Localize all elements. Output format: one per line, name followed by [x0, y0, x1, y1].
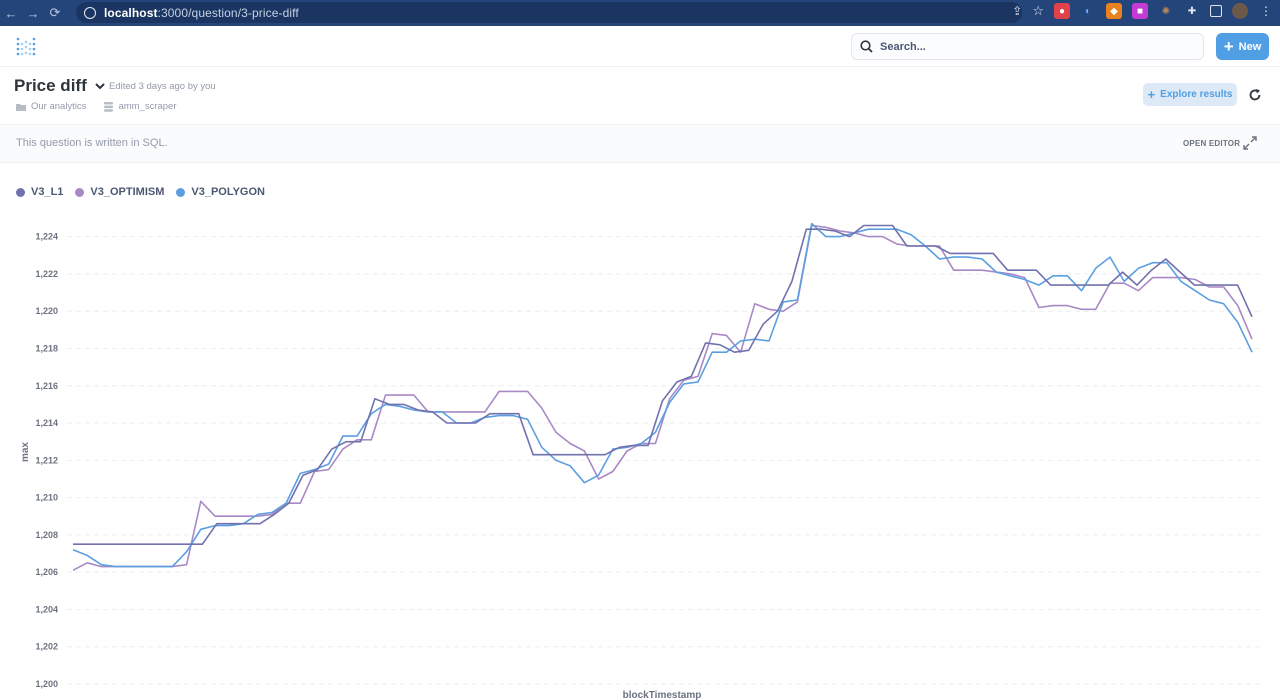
series-line-v3-l1[interactable]: [73, 224, 1253, 546]
chevron-down-icon: [95, 82, 105, 89]
line-chart: 1,200 1,202 1,204 1,206 1,208 1,210 1,212 1,214…: [20, 222, 1262, 700]
extensions-puzzle-icon[interactable]: ✚: [1184, 3, 1200, 19]
legend-label: V3_OPTIMISM: [90, 186, 165, 198]
legend-item-v3-optimism[interactable]: V3_OPTIMISM: [75, 186, 164, 198]
bookmark-star-icon[interactable]: ☆: [1032, 3, 1044, 19]
forward-arrow-icon[interactable]: →: [22, 0, 44, 26]
y-tick-label: 1,200: [35, 679, 58, 689]
search-icon: [860, 40, 873, 53]
legend-label: V3_POLYGON: [191, 186, 265, 198]
metabase-logo-icon[interactable]: [16, 37, 36, 57]
legend-dot-icon: [176, 187, 186, 197]
app-header: Search... + New: [0, 26, 1280, 67]
y-tick-label: 1,210: [35, 493, 58, 503]
y-tick-label: 1,218: [35, 343, 58, 353]
y-axis-label: max: [20, 442, 31, 462]
sql-notice-bar: This question is written in SQL. OPEN ED…: [0, 125, 1280, 163]
search-placeholder: Search...: [880, 40, 926, 53]
extension-fox-icon[interactable]: ◆: [1106, 3, 1122, 19]
y-tick-label: 1,208: [35, 530, 58, 540]
explore-results-button[interactable]: + Explore results: [1143, 83, 1237, 106]
search-input[interactable]: Search...: [851, 33, 1204, 60]
plus-icon: +: [1147, 87, 1156, 102]
series-line-v3-polygon[interactable]: [72, 222, 1253, 568]
expand-icon[interactable]: [1242, 135, 1258, 151]
sidebar-toggle-icon[interactable]: [1210, 5, 1222, 17]
database-breadcrumb[interactable]: amm_scraper: [104, 101, 177, 112]
explore-results-label: Explore results: [1160, 89, 1233, 100]
y-tick-label: 1,214: [35, 418, 58, 428]
chart-legend: V3_L1 V3_OPTIMISM V3_POLYGON: [16, 186, 265, 198]
share-icon[interactable]: ⇪: [1012, 4, 1022, 18]
plus-icon: +: [1223, 37, 1234, 56]
y-tick-label: 1,204: [35, 604, 58, 614]
legend-item-v3-polygon[interactable]: V3_POLYGON: [176, 186, 265, 198]
y-tick-label: 1,212: [35, 455, 58, 465]
series-line-v3-optimism[interactable]: [72, 224, 1253, 572]
collection-breadcrumb[interactable]: Our analytics: [16, 101, 86, 112]
open-editor-button[interactable]: OPEN EDITOR: [1183, 139, 1240, 148]
refresh-icon[interactable]: [1248, 88, 1262, 102]
y-tick-label: 1,202: [35, 642, 58, 652]
folder-icon: [16, 103, 26, 111]
extension-shield-icon[interactable]: ●: [1054, 3, 1070, 19]
question-title-dropdown[interactable]: Price diff: [14, 76, 105, 96]
reload-icon[interactable]: ⟳: [44, 0, 66, 26]
database-name: amm_scraper: [118, 101, 177, 112]
y-tick-label: 1,206: [35, 567, 58, 577]
extension-wave-icon[interactable]: ◐: [1080, 3, 1096, 19]
browser-menu-icon[interactable]: ⋮: [1258, 3, 1274, 19]
extension-brown-icon[interactable]: ✺: [1158, 3, 1174, 19]
profile-avatar[interactable]: [1232, 3, 1248, 19]
question-header: Price diff Edited 3 days ago by you Our …: [0, 67, 1280, 125]
url-path: :3000/question/3-price-diff: [157, 5, 299, 20]
last-edited-text[interactable]: Edited 3 days ago by you: [109, 81, 216, 92]
legend-dot-icon: [16, 187, 25, 197]
new-button-label: New: [1238, 40, 1262, 53]
database-icon: [104, 101, 114, 112]
legend-label: V3_L1: [31, 186, 64, 198]
y-tick-label: 1,222: [35, 269, 58, 279]
browser-toolbar: ← → ⟳ localhost:3000/question/3-price-di…: [0, 0, 1280, 26]
url-host: localhost: [104, 5, 158, 20]
site-info-icon[interactable]: [84, 6, 96, 19]
sql-notice-text: This question is written in SQL.: [16, 137, 168, 149]
back-arrow-icon[interactable]: ←: [0, 0, 22, 26]
new-button[interactable]: + New: [1216, 33, 1269, 60]
address-bar[interactable]: localhost:3000/question/3-price-diff: [76, 2, 1022, 23]
legend-dot-icon: [75, 187, 85, 197]
collection-name: Our analytics: [31, 101, 87, 112]
x-axis-label: blockTimestamp: [623, 690, 702, 700]
extension-n-icon[interactable]: ■: [1132, 3, 1148, 19]
legend-item-v3-l1[interactable]: V3_L1: [16, 186, 63, 198]
y-tick-label: 1,220: [35, 306, 58, 316]
question-title: Price diff: [14, 76, 87, 95]
y-tick-label: 1,216: [35, 381, 58, 391]
y-tick-label: 1,224: [35, 232, 58, 242]
